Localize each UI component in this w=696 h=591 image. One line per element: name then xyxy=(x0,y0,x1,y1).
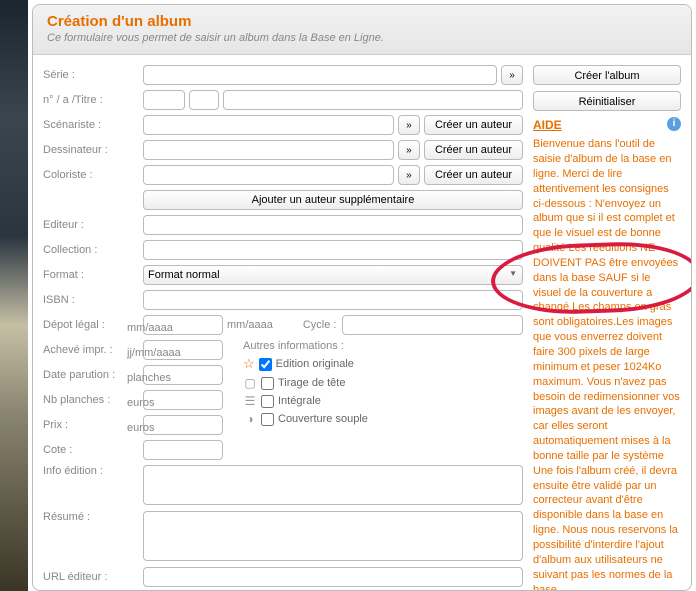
label-acheve: Achevé impr. : xyxy=(43,344,143,356)
planches-input[interactable] xyxy=(143,390,223,410)
parution-input[interactable] xyxy=(143,365,223,385)
depot-input[interactable] xyxy=(143,315,223,335)
label-collection: Collection : xyxy=(43,244,143,256)
num-input[interactable] xyxy=(143,90,185,110)
scenariste-create-button[interactable]: Créer un auteur xyxy=(424,115,523,135)
couverture-label: Couverture souple xyxy=(278,413,368,425)
url-editeur-input[interactable] xyxy=(143,567,523,587)
label-parution: Date parution : xyxy=(43,369,143,381)
add-author-button[interactable]: Ajouter un auteur supplémentaire xyxy=(143,190,523,210)
resume-input[interactable] xyxy=(143,511,523,561)
star-icon: ☆ xyxy=(243,356,255,372)
books-icon: ☰ xyxy=(243,394,257,408)
label-info: Info édition : xyxy=(43,465,143,477)
label-coloriste: Coloriste : xyxy=(43,169,143,181)
dessinateur-lookup-button[interactable]: » xyxy=(398,140,420,160)
edition-originale-checkbox[interactable] xyxy=(259,358,272,371)
label-resume: Résumé : xyxy=(43,511,143,523)
integrale-label: Intégrale xyxy=(278,395,321,407)
acheve-input[interactable] xyxy=(143,340,223,360)
panel-subtitle: Ce formulaire vous permet de saisir un a… xyxy=(47,32,677,44)
help-box: AIDE i Bienvenue dans l'outil de saisie … xyxy=(533,117,681,590)
scenariste-lookup-button[interactable]: » xyxy=(398,115,420,135)
panel-header: Création d'un album Ce formulaire vous p… xyxy=(33,5,691,55)
help-body: Bienvenue dans l'outil de saisie d'album… xyxy=(533,137,681,590)
cycle-input[interactable] xyxy=(342,315,523,335)
isbn-input[interactable] xyxy=(143,290,523,310)
dessinateur-create-button[interactable]: Créer un auteur xyxy=(424,140,523,160)
tag-icon: ◑ xyxy=(243,412,257,426)
label-format: Format : xyxy=(43,269,143,281)
scenariste-input[interactable] xyxy=(143,115,394,135)
panel-title: Création d'un album xyxy=(47,13,677,30)
info-edition-input[interactable] xyxy=(143,465,523,505)
alpha-input[interactable] xyxy=(189,90,219,110)
coloriste-lookup-button[interactable]: » xyxy=(398,165,420,185)
reset-button[interactable]: Réinitialiser xyxy=(533,91,681,111)
label-dessinateur: Dessinateur : xyxy=(43,144,143,156)
tirage-checkbox[interactable] xyxy=(261,377,274,390)
dessinateur-input[interactable] xyxy=(143,140,394,160)
titre-input[interactable] xyxy=(223,90,523,110)
label-scenariste: Scénariste : xyxy=(43,119,143,131)
help-title: AIDE xyxy=(533,117,562,133)
editeur-input[interactable] xyxy=(143,215,523,235)
coloriste-create-button[interactable]: Créer un auteur xyxy=(424,165,523,185)
comic-art-sidebar xyxy=(0,0,28,591)
edition-originale-label: Edition originale xyxy=(276,358,354,370)
label-depot: Dépot légal : xyxy=(43,319,143,331)
label-titre: n° / a /Titre : xyxy=(43,94,143,106)
box-icon: ▢ xyxy=(243,376,257,390)
label-serie: Série : xyxy=(43,69,143,81)
info-icon: i xyxy=(667,117,681,131)
label-url: URL éditeur : xyxy=(43,571,143,583)
integrale-checkbox[interactable] xyxy=(261,395,274,408)
label-planches: Nb planches : xyxy=(43,394,143,406)
format-select[interactable]: Format normal xyxy=(143,265,523,285)
prix-input[interactable] xyxy=(143,415,223,435)
label-cote: Cote : xyxy=(43,444,143,456)
couverture-checkbox[interactable] xyxy=(261,413,274,426)
label-prix: Prix : xyxy=(43,419,143,431)
unit-mmaaaa: mm/aaaa xyxy=(227,319,273,331)
coloriste-input[interactable] xyxy=(143,165,394,185)
serie-input[interactable] xyxy=(143,65,497,85)
collection-input[interactable] xyxy=(143,240,523,260)
label-isbn: ISBN : xyxy=(43,294,143,306)
cote-input[interactable] xyxy=(143,440,223,460)
tirage-label: Tirage de tête xyxy=(278,377,345,389)
label-cycle: Cycle : xyxy=(303,319,337,331)
serie-lookup-button[interactable]: » xyxy=(501,65,523,85)
autres-heading: Autres informations : xyxy=(243,340,523,352)
label-editeur: Editeur : xyxy=(43,219,143,231)
create-album-button[interactable]: Créer l'album xyxy=(533,65,681,85)
album-form-panel: Création d'un album Ce formulaire vous p… xyxy=(32,4,692,591)
